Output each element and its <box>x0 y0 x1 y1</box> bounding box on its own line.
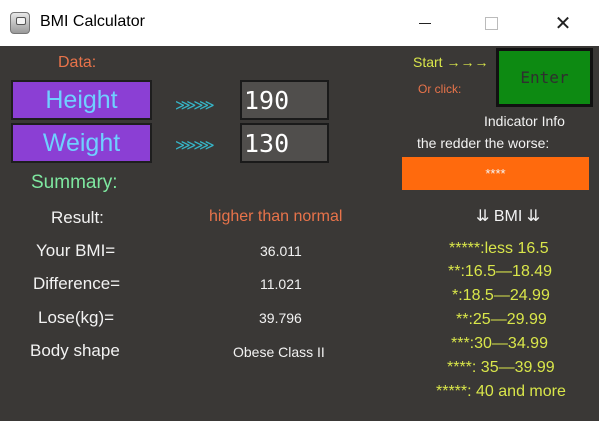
legend-item: *****:less 16.5 <box>449 240 549 257</box>
weight-button[interactable]: Weight <box>11 123 152 163</box>
legend-item: **:25—29.99 <box>456 311 547 328</box>
indicator-info-label: Indicator Info <box>484 113 565 129</box>
bmi-indicator: **** <box>402 157 589 190</box>
window-title: BMI Calculator <box>40 13 145 30</box>
close-button[interactable]: ✕ <box>540 0 586 46</box>
lose-label: Lose(kg)= <box>38 308 115 327</box>
indicator-hint-label: the redder the worse: <box>417 135 550 151</box>
arrow-right-icon: ⋙⋙ <box>175 96 215 114</box>
weight-input[interactable] <box>240 123 329 163</box>
enter-button[interactable]: Enter <box>496 48 593 107</box>
height-button[interactable]: Height <box>11 80 152 120</box>
maximize-button[interactable] <box>468 0 514 46</box>
or-click-label: Or click: <box>418 82 462 96</box>
result-label: Result: <box>51 208 104 227</box>
maximize-icon <box>484 16 498 30</box>
body-shape-value: Obese Class II <box>233 344 325 360</box>
difference-label: Difference= <box>33 274 121 293</box>
bmi-value: 36.011 <box>260 243 302 259</box>
app-body: Data: Height ⋙⋙ Weight ⋙⋙ Summary: Resul… <box>0 46 599 421</box>
legend-item: **:16.5—18.49 <box>448 263 553 280</box>
legend-item: *:18.5—24.99 <box>452 287 550 304</box>
legend-item: ***:30—34.99 <box>451 335 548 352</box>
minimize-button[interactable] <box>402 0 448 46</box>
body-shape-label: Body shape <box>30 341 120 360</box>
arrow-right-icon: ⋙⋙ <box>175 136 215 154</box>
close-icon: ✕ <box>554 11 572 35</box>
data-label: Data: <box>58 54 97 71</box>
result-value: higher than normal <box>209 208 343 225</box>
scale-icon <box>10 12 30 34</box>
difference-value: 11.021 <box>260 276 302 292</box>
summary-title: Summary: <box>31 172 118 193</box>
start-label: Start →→→ <box>413 54 489 70</box>
height-input[interactable] <box>240 80 329 120</box>
legend-item: ****: 35—39.99 <box>447 359 555 376</box>
lose-value: 39.796 <box>259 310 302 326</box>
bmi-label: Your BMI= <box>36 241 116 260</box>
legend-item: *****: 40 and more <box>436 383 566 400</box>
minimize-icon <box>419 22 431 24</box>
title-bar: BMI Calculator ✕ <box>0 0 599 46</box>
bmi-legend-title: ⇊ BMI ⇊ <box>476 208 541 225</box>
